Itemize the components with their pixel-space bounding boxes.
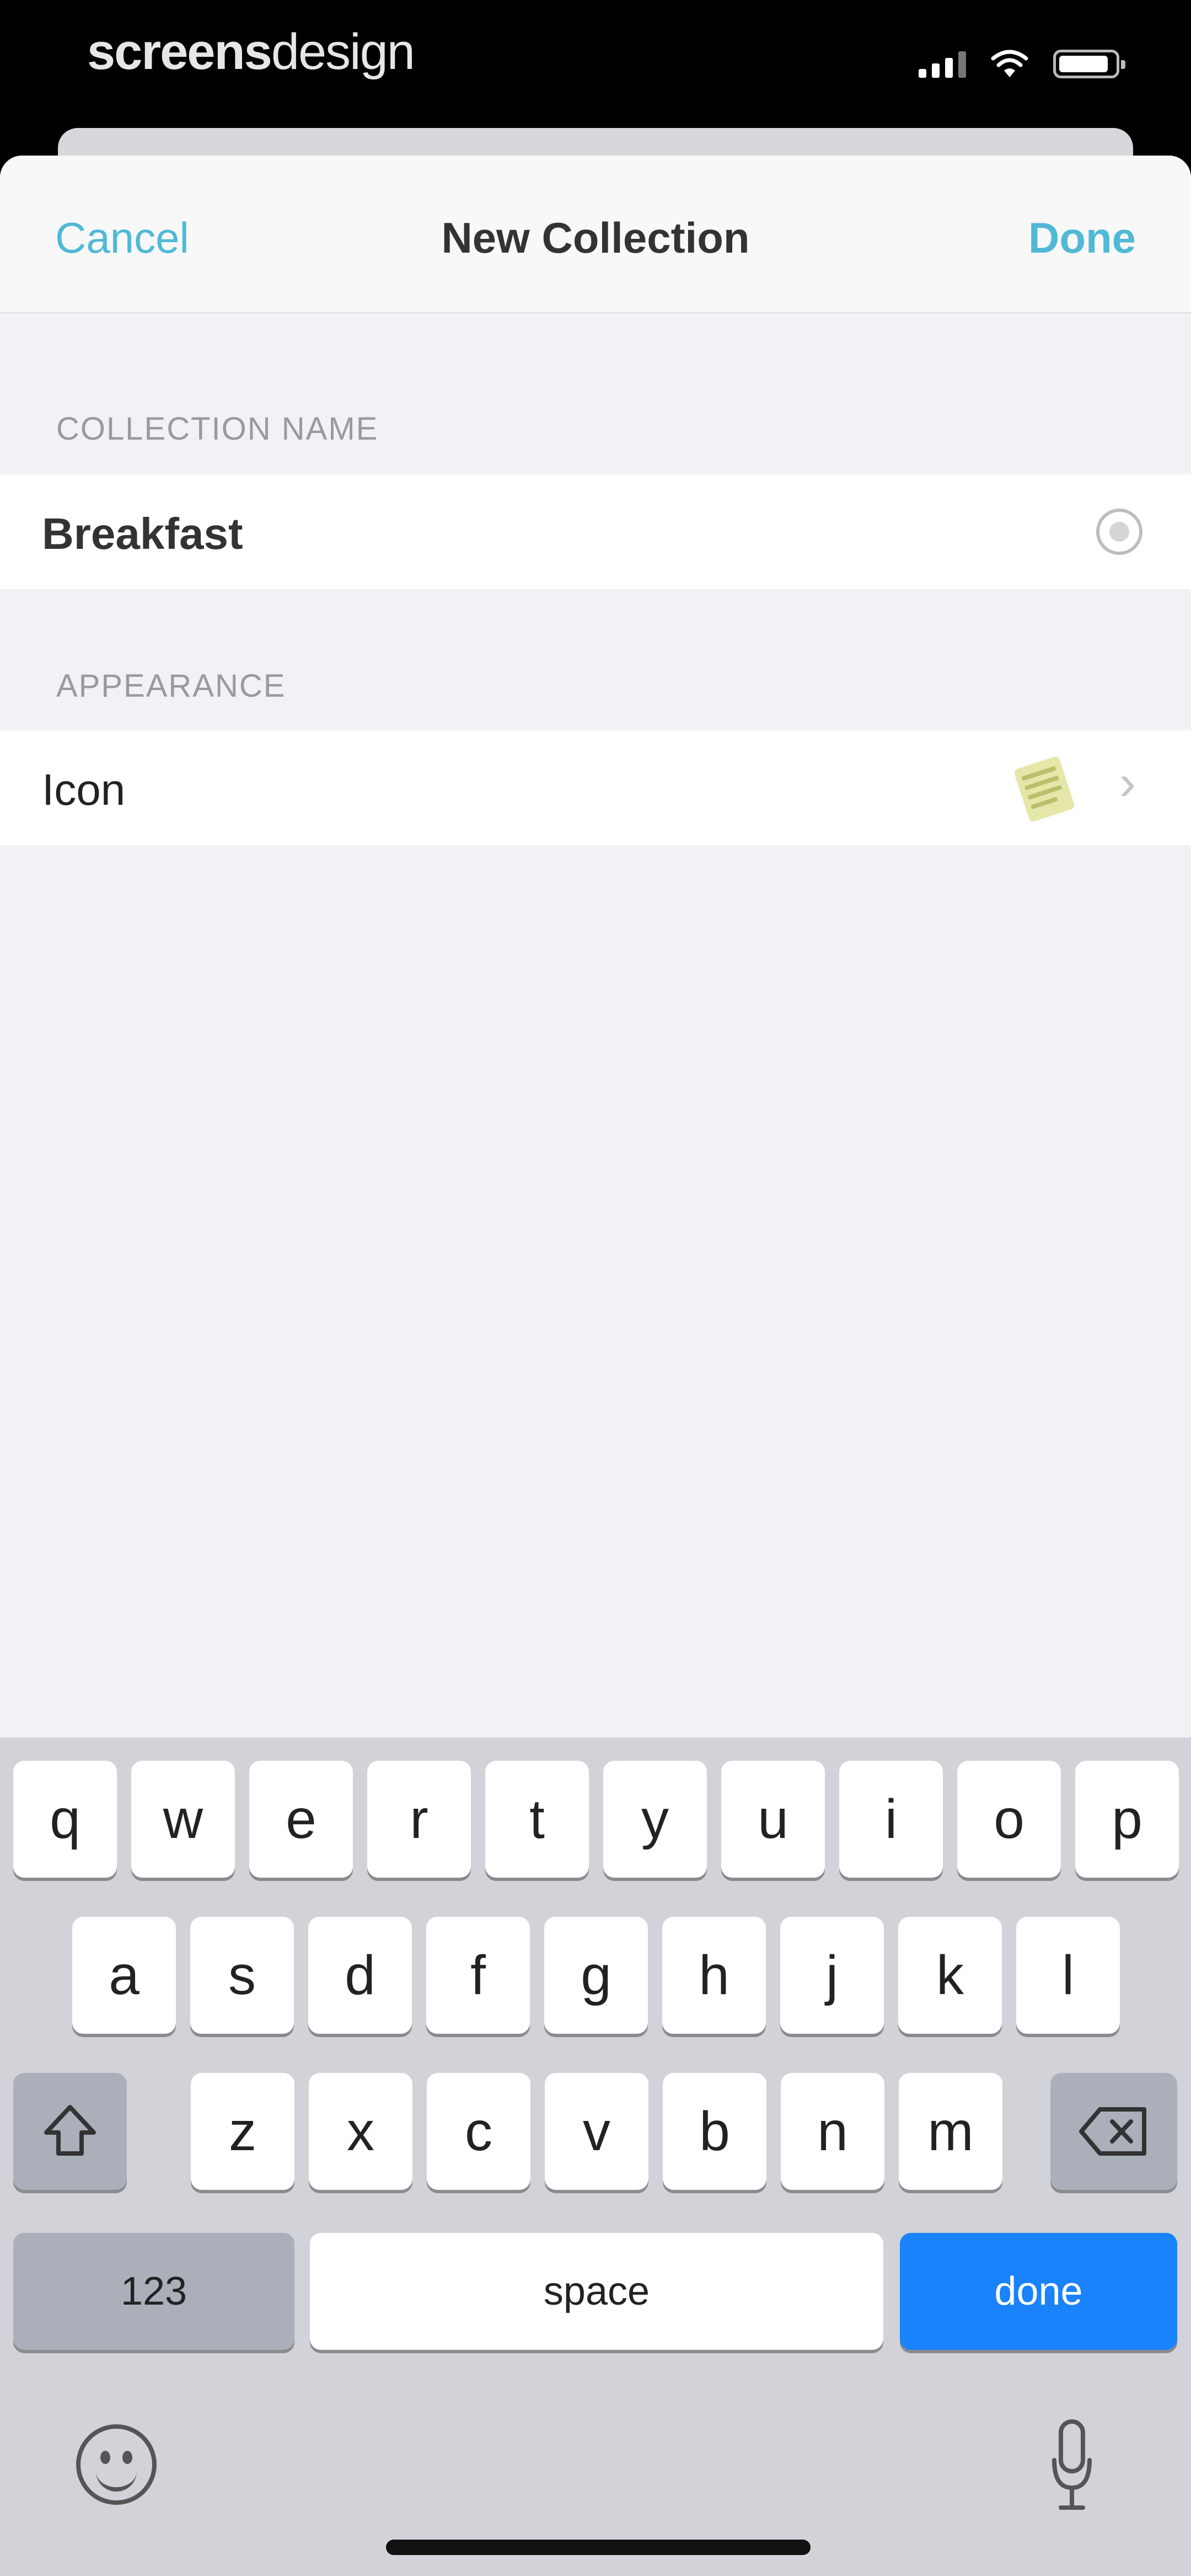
microphone-icon[interactable] [1050,2416,1094,2515]
brand-watermark: screensdesign [87,23,415,81]
icon-row[interactable]: Icon › [0,730,1191,845]
key-w[interactable]: w [131,1761,235,1878]
key-u[interactable]: u [721,1761,825,1878]
status-bar: screensdesign [0,0,1191,127]
page-title: New Collection [441,213,750,262]
done-button[interactable]: Done [1028,213,1136,263]
home-indicator [386,2540,811,2555]
key-a[interactable]: a [72,1917,176,2034]
new-collection-sheet: Cancel New Collection Done COLLECTION NA… [0,156,1191,1744]
key-g[interactable]: g [544,1917,648,2034]
appearance-section-label: APPEARANCE [56,668,286,704]
key-i[interactable]: i [839,1761,943,1878]
brand-bold-text: screens [87,24,272,80]
key-z[interactable]: z [191,2073,294,2190]
backspace-key[interactable] [1050,2073,1177,2190]
shift-icon [44,2105,96,2156]
key-n[interactable]: n [781,2073,884,2190]
key-r[interactable]: r [367,1761,471,1878]
numbers-key[interactable]: 123 [13,2233,294,2350]
space-key[interactable]: space [310,2233,883,2350]
key-s[interactable]: s [190,1917,294,2034]
key-l[interactable]: l [1016,1917,1120,2034]
key-y[interactable]: y [603,1761,707,1878]
key-h[interactable]: h [662,1917,766,2034]
icon-row-label: Icon [42,765,126,814]
collection-icon-thumbnail [1014,756,1075,822]
key-f[interactable]: f [426,1917,530,2034]
status-icons [919,50,1125,78]
key-o[interactable]: o [957,1761,1061,1878]
keyboard-done-key[interactable]: done [900,2233,1177,2350]
key-x[interactable]: x [309,2073,412,2190]
brand-light-text: design [271,24,415,80]
key-k[interactable]: k [898,1917,1002,2034]
key-b[interactable]: b [663,2073,766,2190]
chevron-right-icon: › [1119,755,1136,810]
clear-text-icon[interactable] [1096,509,1142,555]
key-e[interactable]: e [249,1761,353,1878]
wifi-icon [991,50,1028,77]
signal-icon [919,50,966,78]
backspace-icon [1079,2107,1146,2156]
emoji-icon[interactable] [76,2424,157,2505]
shift-key[interactable] [13,2073,127,2190]
key-d[interactable]: d [308,1917,412,2034]
battery-icon [1053,50,1125,78]
key-j[interactable]: j [780,1917,884,2034]
key-t[interactable]: t [485,1761,589,1878]
key-c[interactable]: c [427,2073,530,2190]
collection-name-value[interactable]: Breakfast [42,509,243,559]
key-v[interactable]: v [545,2073,648,2190]
collection-name-field[interactable]: Breakfast [0,474,1191,589]
key-m[interactable]: m [899,2073,1002,2190]
collection-name-section-label: COLLECTION NAME [56,411,379,447]
key-p[interactable]: p [1075,1761,1179,1878]
nav-bar: Cancel New Collection Done [0,156,1191,313]
key-q[interactable]: q [13,1761,117,1878]
